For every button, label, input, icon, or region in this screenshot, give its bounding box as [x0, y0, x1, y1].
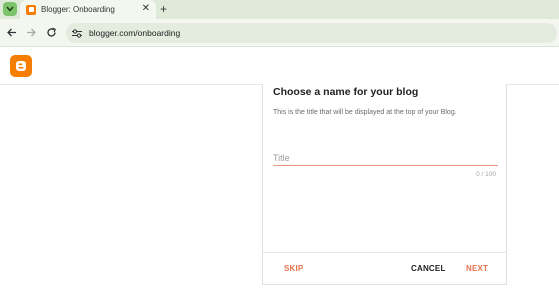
divider: [263, 252, 506, 253]
url-text: blogger.com/onboarding: [89, 28, 181, 38]
skip-button[interactable]: SKIP: [284, 264, 303, 273]
page-header: [0, 47, 559, 85]
site-settings-icon[interactable]: [72, 28, 82, 38]
back-arrow-icon[interactable]: [4, 25, 18, 39]
dialog-title: Choose a name for your blog: [273, 86, 419, 98]
browser-toolbar: blogger.com/onboarding: [0, 19, 559, 47]
tab-title: Blogger: Onboarding: [41, 5, 115, 14]
browser-tab[interactable]: Blogger: Onboarding ✕: [20, 0, 156, 19]
close-icon[interactable]: ✕: [142, 4, 150, 14]
blog-title-input[interactable]: [273, 150, 498, 166]
character-counter: 0 / 100: [476, 171, 496, 178]
dialog-description: This is the title that will be displayed…: [273, 109, 457, 116]
tab-strip: Blogger: Onboarding ✕ +: [0, 0, 559, 19]
tab-search-icon[interactable]: [3, 2, 17, 16]
blogger-favicon-icon: [26, 4, 36, 15]
onboarding-dialog: Choose a name for your blog This is the …: [262, 84, 507, 285]
plus-icon[interactable]: +: [160, 2, 167, 16]
cancel-button[interactable]: CANCEL: [411, 264, 446, 273]
forward-arrow-icon[interactable]: [24, 25, 38, 39]
reload-icon[interactable]: [44, 25, 58, 39]
address-bar[interactable]: blogger.com/onboarding: [66, 23, 557, 43]
next-button[interactable]: NEXT: [466, 264, 488, 273]
blogger-logo-icon[interactable]: [10, 55, 32, 77]
